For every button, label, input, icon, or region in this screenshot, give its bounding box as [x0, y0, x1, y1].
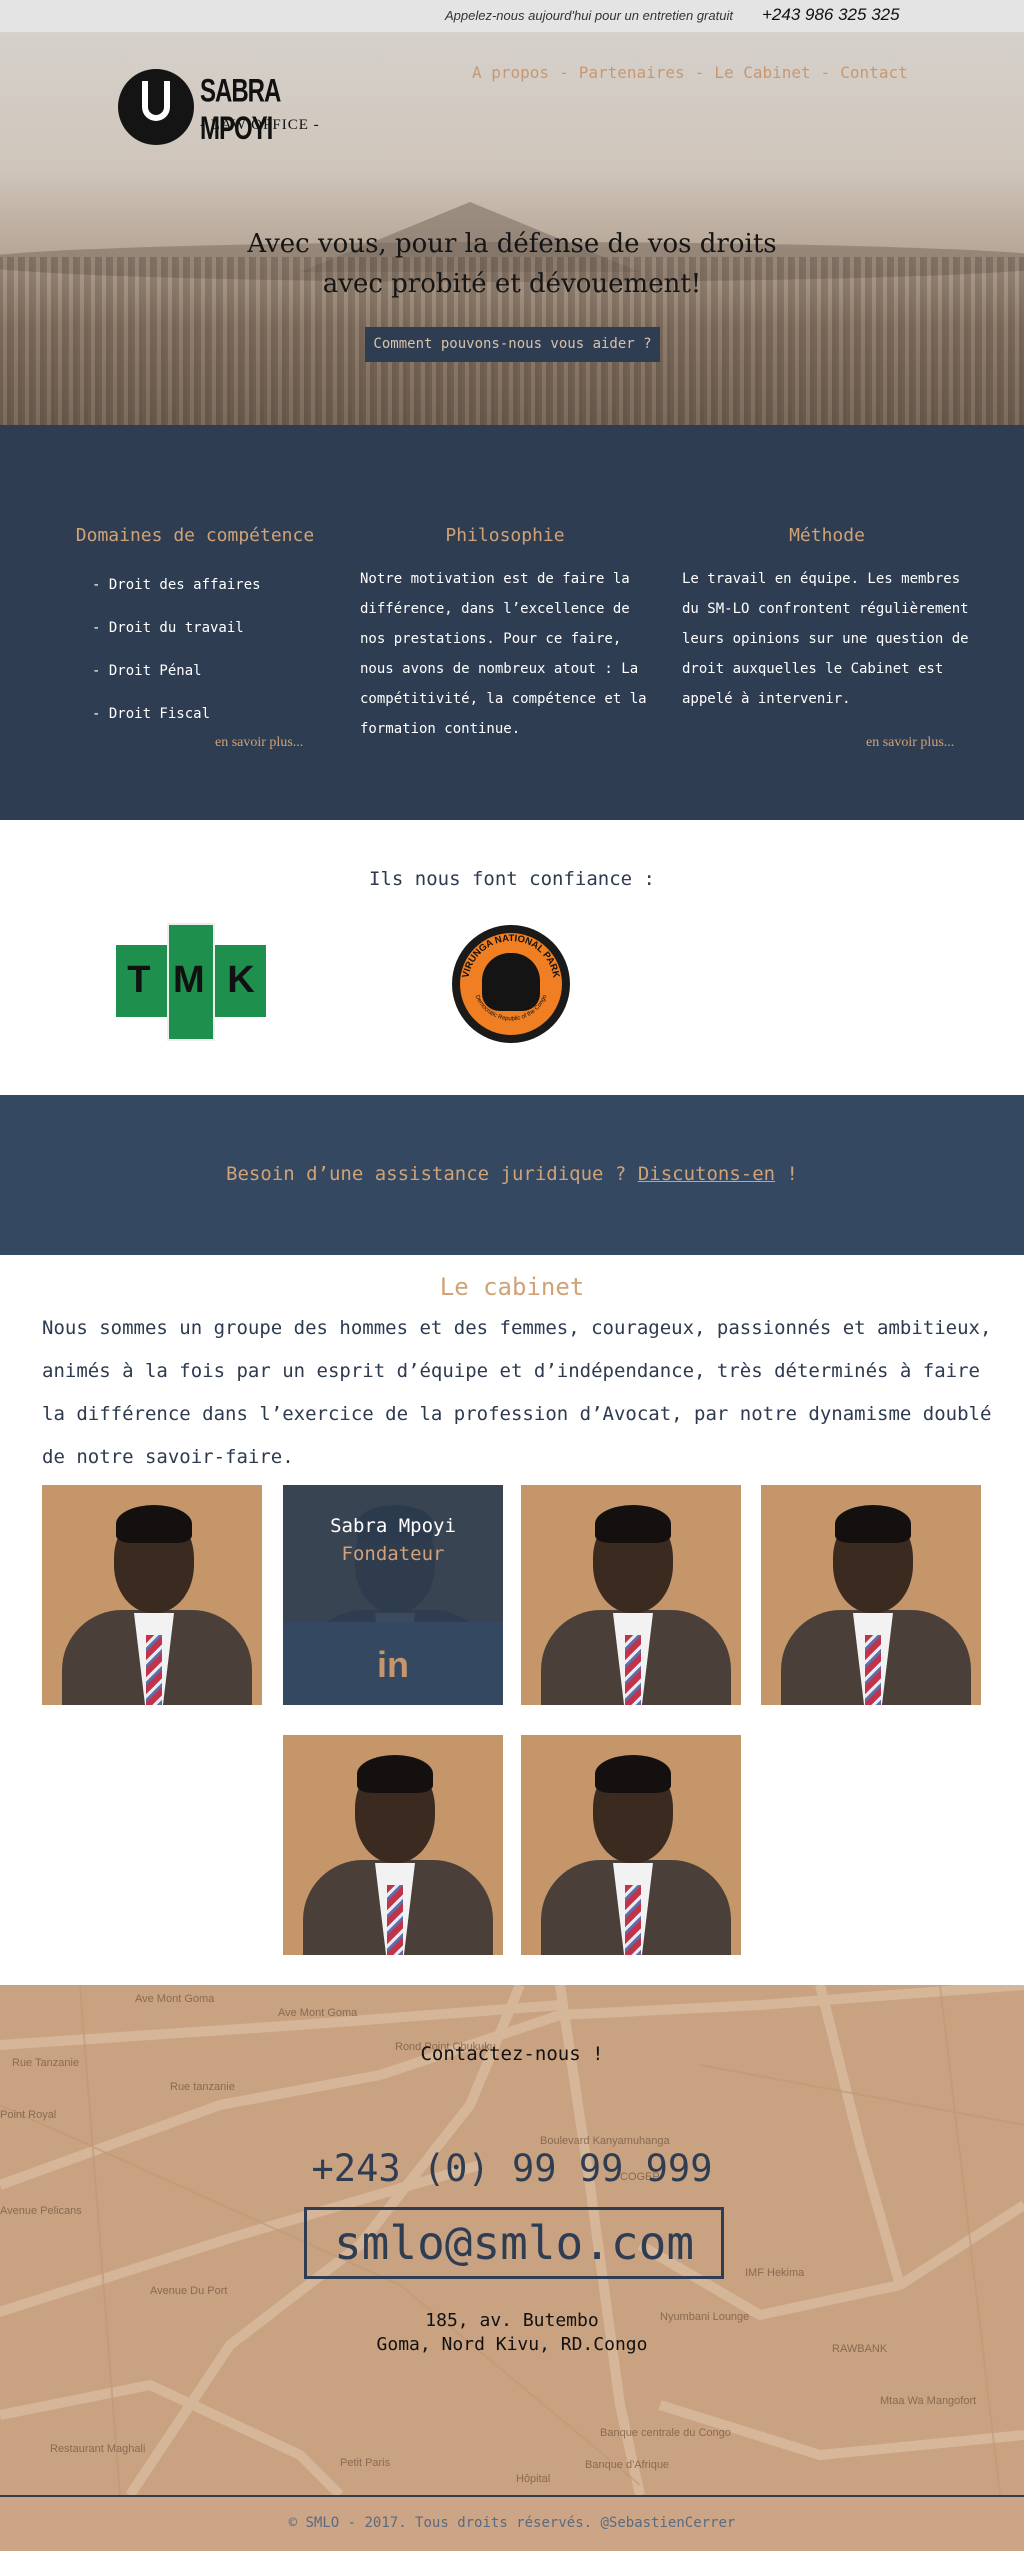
help-button[interactable]: Comment pouvons-nous vous aider ? [365, 327, 660, 362]
tmk-letter: M [173, 959, 205, 1001]
cabinet-text: Nous sommes un groupe des hommes et des … [42, 1317, 992, 1468]
contact-phone-link[interactable]: +243 (0) 99 99 999 [0, 2147, 1024, 2190]
cta-band: Besoin d’une assistance juridique ? Disc… [0, 1095, 1024, 1255]
method-more-link[interactable]: en savoir plus... [866, 735, 954, 751]
discuss-link[interactable]: Discutons-en [638, 1163, 775, 1185]
method-text: Le travail en équipe. Les membres du SM-… [682, 571, 969, 707]
method-column: Méthode Le travail en équipe. Les membre… [682, 525, 972, 714]
virunga-name: VIRUNGA NATIONAL PARK [460, 933, 561, 979]
cta-suffix: ! [775, 1163, 798, 1185]
nav-separator: - [694, 63, 705, 82]
map-label: Mtaa Wa Mangofort [880, 2395, 977, 2407]
map-label: Avenue Pelicans [0, 2205, 82, 2217]
team-member-photo[interactable] [521, 1485, 741, 1705]
map-label: Ave Mont Goma [135, 1993, 215, 2005]
cta-lead: Besoin d’une assistance juridique ? [226, 1163, 638, 1185]
team-member-photo[interactable] [761, 1485, 981, 1705]
philosophy-title: Philosophie [445, 525, 565, 546]
member-name: Sabra Mpoyi [330, 1515, 456, 1537]
map-label: Banque centrale du Congo [600, 2427, 731, 2439]
topbar-text: Appelez-nous aujourd'hui pour un entreti… [445, 8, 733, 23]
nav-separator: - [820, 63, 831, 82]
nav-separator: - [559, 63, 569, 82]
trust-title: Ils nous font confiance : [369, 868, 655, 890]
domains-more-link[interactable]: en savoir plus... [215, 735, 303, 751]
address-line-1: 185, av. Butembo [425, 2310, 599, 2331]
hero-title-line-1: Avec vous, pour la défense de vos droits [247, 229, 777, 259]
map-label: Petit Paris [340, 2457, 391, 2469]
philosophy-text: Notre motivation est de faire la différe… [360, 571, 647, 737]
domain-item: - Droit des affaires [92, 577, 261, 593]
nav-item-partenaires[interactable]: Partenaires [579, 63, 685, 82]
contact-address: 185, av. Butembo Goma, Nord Kivu, RD.Con… [0, 2309, 1024, 2357]
philosophy-column: Philosophie Notre motivation est de fair… [360, 525, 650, 744]
map-label: Point Royal [0, 2109, 57, 2121]
cabinet-section: Le cabinet Nous sommes un groupe des hom… [0, 1255, 1024, 1985]
map-label: Hôpital [516, 2473, 551, 2485]
method-title: Méthode [789, 525, 865, 546]
map-label: Ave Mont Goma [278, 2007, 358, 2019]
svg-text:Democratic Republic of the Con: Democratic Republic of the Congo [474, 994, 549, 1023]
tmk-logo[interactable]: T M K [116, 923, 266, 1041]
virunga-wordmark: VIRUNGA NATIONAL PARK Democratic Republi… [460, 933, 561, 1023]
cta-text: Besoin d’une assistance juridique ? Disc… [0, 1163, 1024, 1185]
map-label: Avenue Du Port [150, 2285, 228, 2297]
nav-item-le-cabinet[interactable]: Le Cabinet [714, 63, 810, 82]
cabinet-title: Le cabinet [439, 1273, 585, 1301]
domain-item: - Droit Pénal [92, 663, 202, 679]
brand-logo[interactable]: SABRA MPOYI - LAW OFFICE - [118, 67, 348, 147]
contact-title: Contactez-nous ! [420, 2043, 604, 2065]
map-label: Boulevard Kanyamuhanga [540, 2135, 670, 2147]
svg-text:VIRUNGA NATIONAL PARK: VIRUNGA NATIONAL PARK [460, 933, 561, 979]
hero-section: SABRA MPOYI - LAW OFFICE - A propos - Pa… [0, 32, 1024, 425]
team-member-photo[interactable] [283, 1735, 503, 1955]
member-role: Fondateur [341, 1543, 445, 1565]
domains-list: - Droit des affaires - Droit du travail … [60, 564, 330, 736]
main-nav: A propos - Partenaires - Le Cabinet - Co… [472, 63, 908, 82]
footer: © SMLO - 2017. Tous droits réservés. @Se… [0, 2495, 1024, 2551]
address-line-2: Goma, Nord Kivu, RD.Congo [376, 2334, 648, 2355]
brand-subtitle: - LAW OFFICE - [200, 117, 320, 133]
map-label: Restaurant Maghali [50, 2443, 146, 2455]
map-label: IMF Hekima [745, 2267, 805, 2279]
nav-item-a-propos[interactable]: A propos [472, 63, 549, 82]
map-label: Banque d'Afrique [585, 2459, 670, 2471]
page: Appelez-nous aujourd'hui pour un entreti… [0, 0, 1024, 2551]
logo-mark-icon [118, 69, 194, 145]
domain-item: - Droit du travail [92, 620, 244, 636]
team-member-photo[interactable] [521, 1735, 741, 1955]
tmk-letter: T [127, 959, 151, 1001]
contact-email-link[interactable]: smlo@smlo.com [304, 2207, 724, 2279]
virunga-logo[interactable]: VIRUNGA NATIONAL PARK Democratic Republi… [452, 925, 570, 1043]
tmk-letter: K [227, 959, 255, 1001]
topbar-phone-link[interactable]: +243 986 325 325 [762, 5, 900, 25]
domains-title: Domaines de compétence [75, 525, 315, 546]
map-label: Rue tanzanie [170, 2081, 235, 2093]
brand-name: SABRA MPOYI [200, 73, 280, 148]
features-section: Domaines de compétence - Droit des affai… [0, 425, 1024, 820]
hero-title-line-2: avec probité et dévouement! [322, 269, 702, 299]
tmk-letters: T M K [116, 959, 266, 1002]
footer-text: © SMLO - 2017. Tous droits réservés. @Se… [288, 2515, 736, 2531]
contact-section: Ave Mont Goma Ave Mont Goma Rond Point C… [0, 1985, 1024, 2495]
team-member-photo[interactable] [42, 1485, 262, 1705]
domain-item: - Droit Fiscal [92, 706, 211, 722]
domains-column: Domaines de compétence - Droit des affai… [60, 525, 330, 736]
virunga-country: Democratic Republic of the Congo [474, 994, 549, 1023]
trust-section: Ils nous font confiance : T M K VIRUNGA … [0, 820, 1024, 1095]
team-member-card-featured[interactable]: Sabra Mpoyi Fondateur in [283, 1485, 503, 1705]
linkedin-icon[interactable]: in [375, 1647, 411, 1683]
top-bar: Appelez-nous aujourd'hui pour un entreti… [0, 0, 1024, 32]
nav-item-contact[interactable]: Contact [840, 63, 907, 82]
hero-title: Avec vous, pour la défense de vos droits… [0, 224, 1024, 304]
